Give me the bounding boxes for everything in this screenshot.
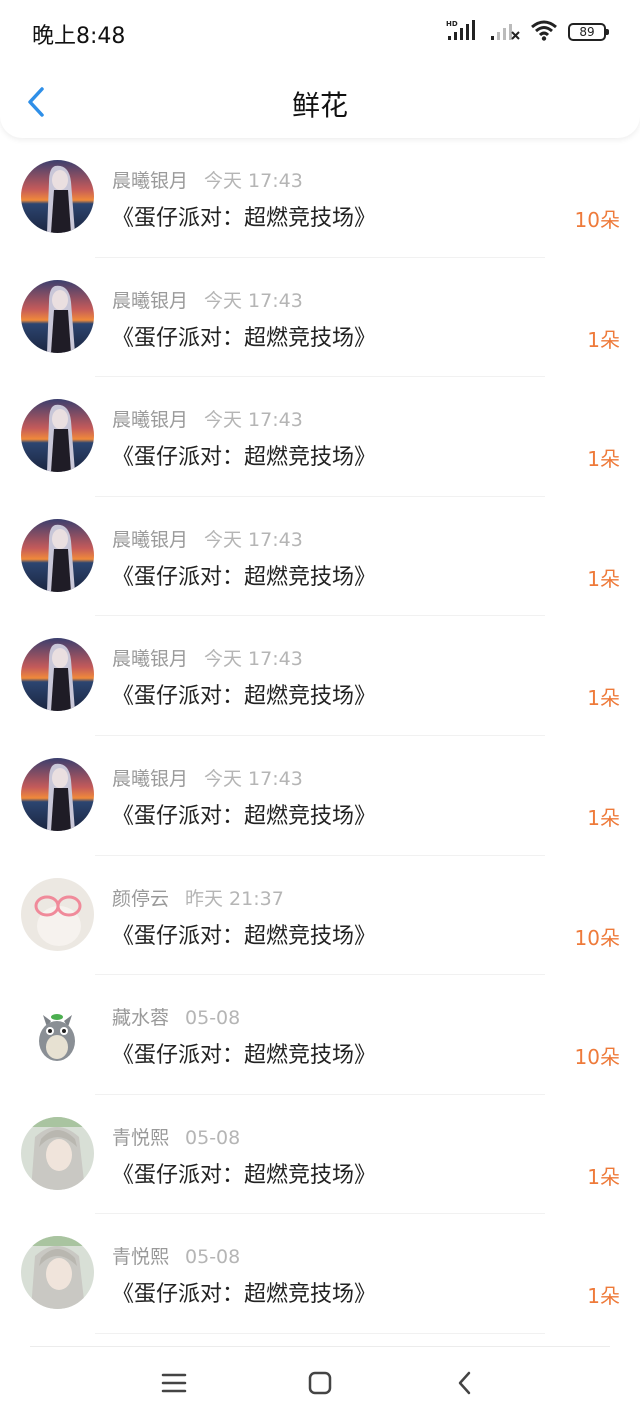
timestamp: 今天 17:43: [204, 648, 303, 671]
gift-target: 《蛋仔派对：超燃竞技场》: [112, 564, 377, 590]
item-meta: 青悦熙 05-08: [112, 1123, 240, 1150]
avatar[interactable]: [21, 877, 94, 951]
timestamp: 昨天 21:37: [185, 887, 284, 910]
gift-target: 《蛋仔派对：超燃竞技场》: [112, 206, 377, 231]
list-item[interactable]: 晨曦银月 今天 17:43 《蛋仔派对：超燃竞技场》 1朵: [0, 736, 640, 856]
user-name[interactable]: 晨曦银月: [112, 648, 188, 670]
timestamp: 今天 17:43: [204, 767, 303, 790]
user-name[interactable]: 晨曦银月: [112, 170, 188, 192]
gift-target: 《蛋仔派对：超燃竞技场》: [112, 923, 377, 949]
timestamp: 今天 17:43: [204, 170, 303, 192]
avatar[interactable]: [21, 1236, 94, 1310]
flower-count: 10朵: [574, 925, 620, 950]
home-icon: [307, 1370, 333, 1400]
menu-icon: [161, 1372, 187, 1398]
list-item[interactable]: 晨曦银月 今天 17:43 《蛋仔派对：超燃竞技场》 10朵: [0, 138, 640, 258]
system-back-button[interactable]: [450, 1370, 480, 1400]
gift-target: 《蛋仔派对：超燃竞技场》: [112, 1043, 377, 1069]
svg-text:HD: HD: [446, 20, 458, 28]
flower-count: 10朵: [574, 1045, 620, 1070]
item-meta: 晨曦银月 今天 17:43: [112, 166, 303, 193]
nav-bar: 鲜花: [0, 64, 640, 138]
wifi-icon: [530, 19, 558, 45]
flower-count: 1朵: [587, 805, 620, 830]
system-nav-bar: [0, 1356, 640, 1422]
status-bar: 晚上8:48 HD 89: [0, 0, 640, 64]
flower-count: 10朵: [574, 208, 620, 232]
gift-target: 《蛋仔派对：超燃竞技场》: [112, 325, 377, 351]
list-item[interactable]: 晨曦银月 今天 17:43 《蛋仔派对：超燃竞技场》 1朵: [0, 377, 640, 497]
user-name[interactable]: 晨曦银月: [112, 768, 188, 790]
item-meta: 晨曦银月 今天 17:43: [112, 286, 303, 313]
menu-button[interactable]: [159, 1370, 189, 1400]
item-meta: 藏水蓉 05-08: [112, 1003, 240, 1030]
back-icon: [455, 1370, 475, 1400]
timestamp: 05-08: [185, 1246, 241, 1269]
flower-count: 1朵: [587, 327, 620, 352]
flower-count: 1朵: [587, 1284, 620, 1309]
flower-count: 1朵: [587, 447, 620, 472]
timestamp: 05-08: [185, 1126, 241, 1149]
list-item[interactable]: 晨曦银月 今天 17:43 《蛋仔派对：超燃竞技场》 1朵: [0, 258, 640, 378]
avatar[interactable]: [21, 399, 94, 473]
user-name[interactable]: 晨曦银月: [112, 409, 188, 431]
hd-signal-icon: HD: [446, 19, 480, 45]
gift-target: 《蛋仔派对：超燃竞技场》: [112, 1162, 377, 1188]
status-time: 晚上8:48: [32, 24, 126, 49]
avatar[interactable]: [21, 518, 94, 592]
item-meta: 颜停云 昨天 21:37: [112, 884, 284, 911]
user-name[interactable]: 颜停云: [112, 888, 169, 910]
item-meta: 晨曦银月 今天 17:43: [112, 764, 303, 791]
timestamp: 05-08: [185, 1007, 241, 1030]
timestamp: 今天 17:43: [204, 289, 303, 312]
top-bar: 晚上8:48 HD 89 鲜花: [0, 0, 640, 138]
page-title: 鲜花: [291, 89, 348, 122]
gift-target: 《蛋仔派对：超燃竞技场》: [112, 803, 377, 829]
avatar[interactable]: [21, 757, 94, 831]
flower-count: 1朵: [587, 686, 620, 711]
flower-count: 1朵: [587, 566, 620, 591]
user-name[interactable]: 青悦熙: [112, 1127, 169, 1149]
list-item[interactable]: 晨曦银月 今天 17:43 《蛋仔派对：超燃竞技场》 1朵: [0, 616, 640, 736]
item-meta: 晨曦银月 今天 17:43: [112, 644, 303, 671]
list-item[interactable]: 颜停云 昨天 21:37 《蛋仔派对：超燃竞技场》 10朵: [0, 856, 640, 976]
flower-count: 1朵: [587, 1164, 620, 1189]
flower-record-list: 晨曦银月 今天 17:43 《蛋仔派对：超燃竞技场》 10朵 晨曦银月 今天 17:43 《…: [0, 138, 640, 1334]
signal-icon: [490, 19, 520, 45]
list-item[interactable]: 青悦熙 05-08 《蛋仔派对：超燃竞技场》 1朵: [0, 1095, 640, 1215]
item-meta: 青悦熙 05-08: [112, 1242, 240, 1269]
user-name[interactable]: 青悦熙: [112, 1246, 169, 1268]
timestamp: 今天 17:43: [204, 409, 303, 432]
list-item[interactable]: 青悦熙 05-08 《蛋仔派对：超燃竞技场》 1朵: [0, 1214, 640, 1334]
user-name[interactable]: 晨曦银月: [112, 290, 188, 312]
avatar[interactable]: [21, 279, 94, 353]
item-meta: 晨曦银月 今天 17:43: [112, 525, 303, 552]
home-button[interactable]: [305, 1370, 335, 1400]
list-item[interactable]: 晨曦银月 今天 17:43 《蛋仔派对：超燃竞技场》 1朵: [0, 497, 640, 617]
gift-target: 《蛋仔派对：超燃竞技场》: [112, 684, 377, 710]
gift-target: 《蛋仔派对：超燃竞技场》: [112, 445, 377, 471]
bottom-divider: [30, 1346, 610, 1347]
timestamp: 今天 17:43: [204, 528, 303, 551]
user-name[interactable]: 藏水蓉: [112, 1007, 169, 1029]
status-icons: HD 89: [446, 18, 609, 46]
user-name[interactable]: 晨曦银月: [112, 529, 188, 551]
gift-target: 《蛋仔派对：超燃竞技场》: [112, 1282, 377, 1308]
avatar[interactable]: [21, 997, 94, 1071]
list-item[interactable]: 藏水蓉 05-08 《蛋仔派对：超燃竞技场》 10朵: [0, 975, 640, 1095]
avatar[interactable]: [21, 160, 94, 233]
item-meta: 晨曦银月 今天 17:43: [112, 405, 303, 432]
row-divider: [95, 1332, 545, 1334]
battery-icon: 89: [568, 23, 609, 41]
avatar[interactable]: [21, 638, 94, 712]
avatar[interactable]: [21, 1116, 94, 1190]
